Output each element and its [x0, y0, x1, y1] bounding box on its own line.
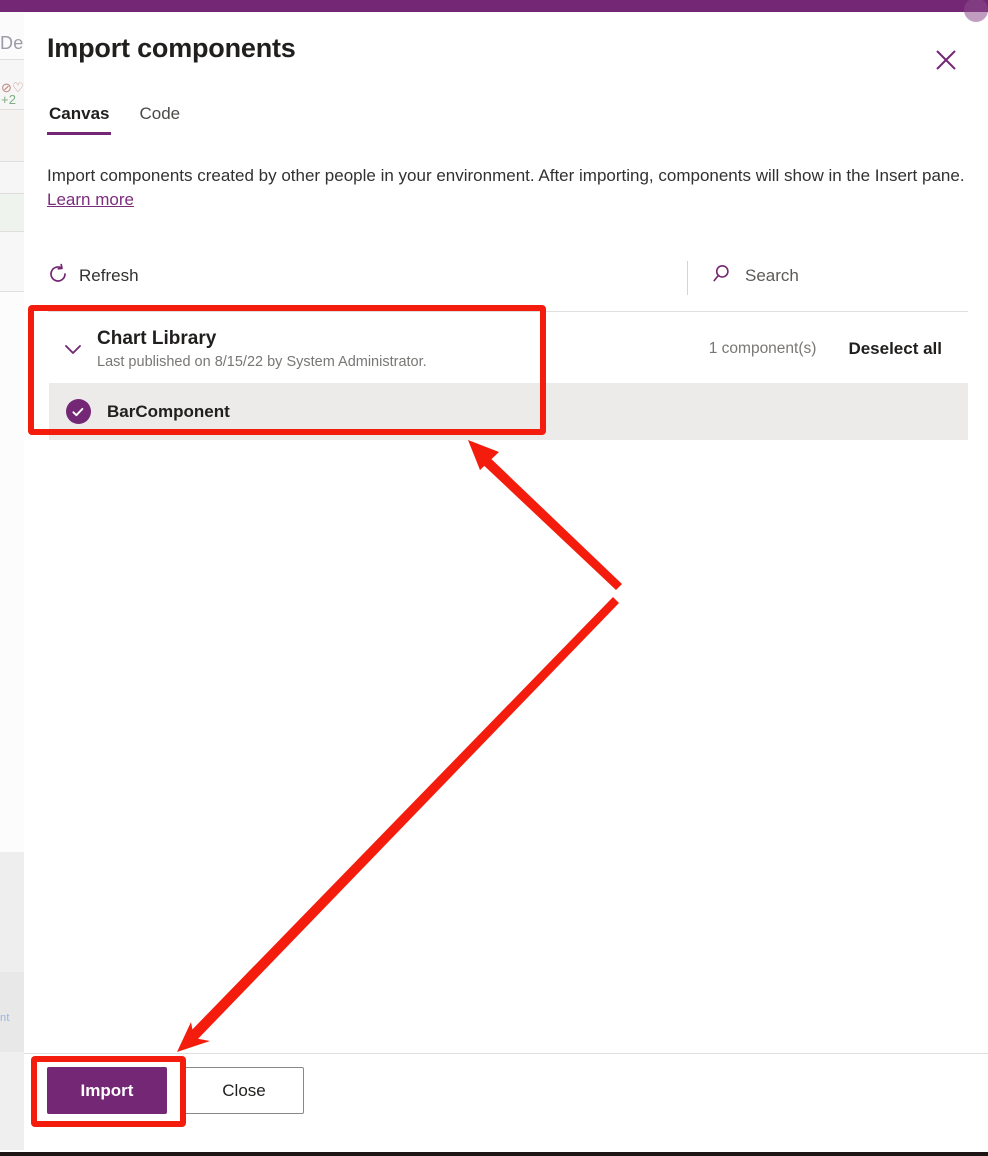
library-group: Chart Library Last published on 8/15/22 …	[49, 315, 968, 440]
tab-code[interactable]: Code	[137, 104, 182, 135]
import-button[interactable]: Import	[47, 1067, 167, 1114]
dialog-footer: Import Close	[47, 1067, 304, 1114]
library-name: Chart Library	[97, 327, 217, 349]
component-count: 1 component(s)	[708, 340, 817, 357]
library-meta: Chart Library Last published on 8/15/22 …	[97, 327, 709, 372]
avatar[interactable]	[964, 0, 988, 22]
background-app: Den ⊘♡ +2 nt	[0, 0, 33, 1156]
refresh-button[interactable]: Refresh	[47, 255, 145, 297]
import-components-dialog: Import components Canvas Code Import com…	[24, 0, 988, 1152]
component-name: BarComponent	[107, 401, 230, 421]
refresh-icon	[47, 263, 69, 290]
library-header-row[interactable]: Chart Library Last published on 8/15/22 …	[49, 315, 968, 383]
deselect-all-button[interactable]: Deselect all	[848, 339, 942, 359]
dialog-tabs: Canvas Code	[47, 104, 182, 135]
background-strip	[0, 232, 26, 292]
background-strip	[0, 852, 26, 972]
search-placeholder: Search	[745, 266, 799, 285]
search-input[interactable]: Search	[687, 257, 799, 295]
background-strip	[0, 110, 26, 162]
command-bar: Refresh Search	[47, 255, 972, 297]
refresh-label: Refresh	[79, 266, 139, 285]
background-text-fragment: +2	[1, 92, 17, 107]
close-button[interactable]	[924, 38, 968, 82]
page-title: Import components	[47, 33, 296, 63]
screenshot-root: Den ⊘♡ +2 nt Import components Canvas Co…	[0, 0, 988, 1156]
search-icon	[711, 263, 733, 290]
background-app-titlebar	[0, 0, 26, 12]
list-top-divider	[48, 311, 968, 312]
check-circle-icon	[65, 399, 91, 424]
background-strip	[0, 162, 26, 194]
footer-divider	[24, 1053, 988, 1054]
list-item[interactable]: BarComponent	[49, 383, 968, 440]
search-divider	[687, 261, 688, 295]
bottom-edge	[0, 1152, 988, 1156]
description-text: Import components created by other peopl…	[47, 166, 965, 185]
chevron-down-icon[interactable]	[49, 336, 97, 362]
component-checkbox[interactable]	[49, 399, 107, 424]
background-text-fragment: nt	[0, 1012, 10, 1024]
close-icon	[933, 47, 959, 73]
background-strip	[0, 194, 26, 232]
dialog-description: Import components created by other peopl…	[47, 164, 972, 212]
learn-more-link[interactable]: Learn more	[47, 190, 134, 209]
tab-canvas[interactable]: Canvas	[47, 104, 112, 135]
close-button-footer[interactable]: Close	[184, 1067, 304, 1114]
background-strip	[0, 292, 26, 852]
dialog-accent-bar	[24, 0, 988, 12]
background-strip	[0, 1052, 26, 1150]
library-subtitle: Last published on 8/15/22 by System Admi…	[97, 353, 427, 370]
